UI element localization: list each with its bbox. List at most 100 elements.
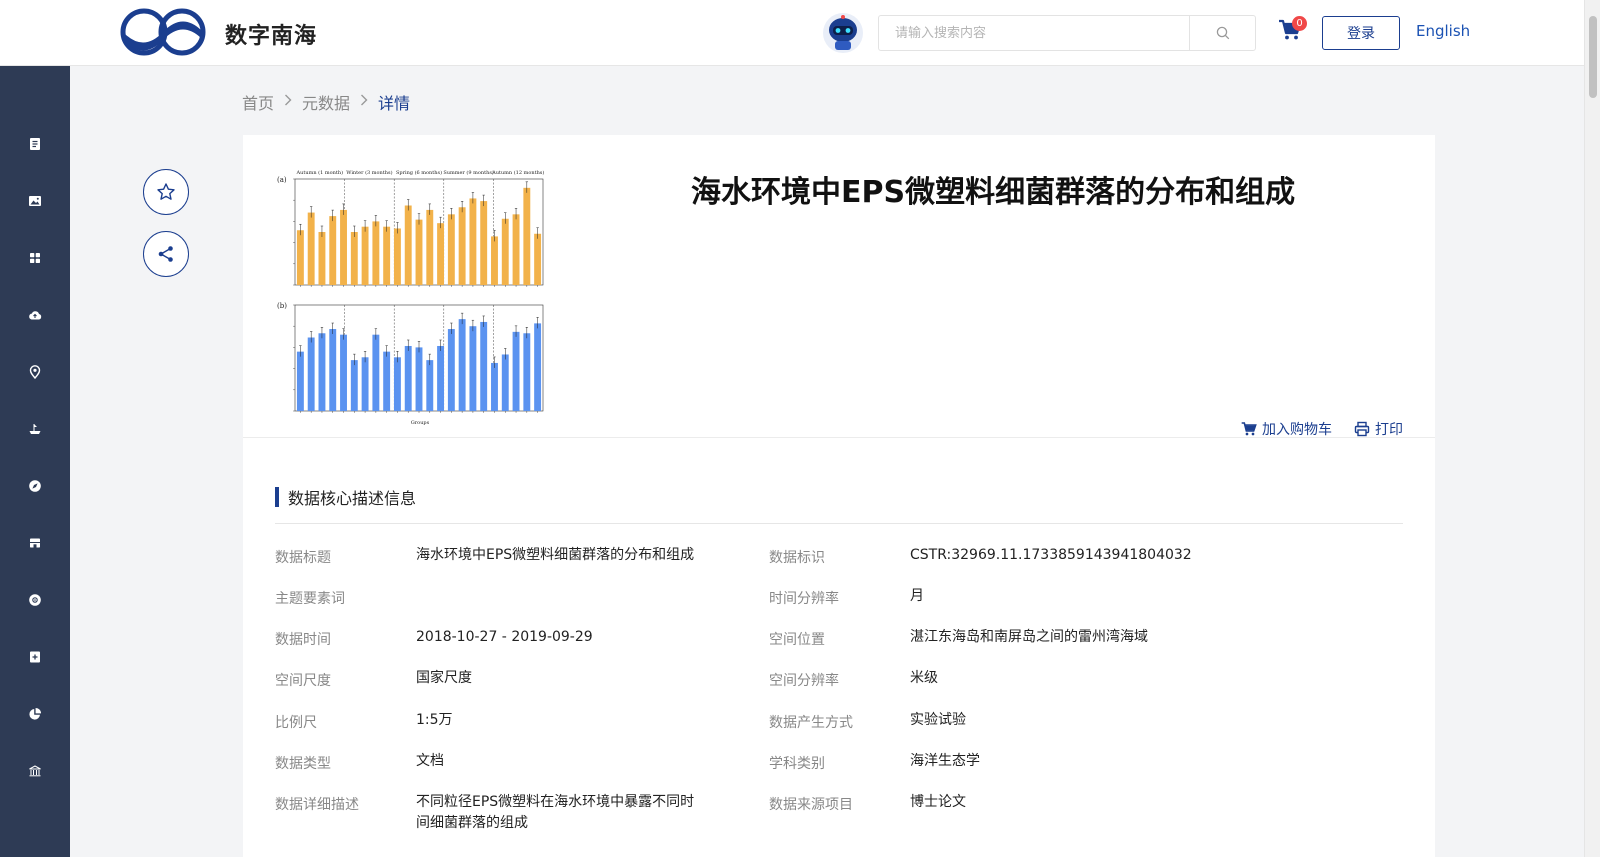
sidebar-item-image[interactable] — [0, 181, 70, 221]
info-label: 数据时间 — [275, 632, 331, 648]
share-button[interactable] — [143, 231, 189, 277]
robot-assistant-icon[interactable] — [822, 12, 864, 54]
info-label: 数据产生方式 — [769, 715, 853, 731]
print-label: 打印 — [1375, 422, 1403, 438]
sidebar-item-ship[interactable] — [0, 409, 70, 449]
thumbnail-bar — [296, 351, 304, 411]
dataset-title: 海水环境中EPS微塑料细菌群落的分布和组成 — [691, 175, 1296, 210]
info-value: 米级 — [910, 670, 938, 686]
thumbnail-bar — [350, 232, 358, 285]
favorite-button[interactable] — [143, 169, 189, 215]
thumbnail-bar — [307, 337, 315, 411]
grid-icon — [30, 253, 40, 263]
sidebar-item-building[interactable] — [0, 751, 70, 791]
thumbnail-bar — [393, 228, 401, 285]
dataset-thumbnail[interactable]: Autumn (1 month) Winter (3 months) Spring … — [275, 165, 547, 427]
info-value: 博士论文 — [910, 794, 966, 810]
breadcrumb-home[interactable]: 首页 — [242, 90, 274, 114]
thumbnail-season-label: Winter (3 months) — [346, 169, 392, 176]
sidebar-item-document[interactable] — [0, 124, 70, 164]
thumbnail-bar — [469, 326, 477, 411]
thumbnail-bar — [296, 230, 304, 285]
thumbnail-bar — [480, 201, 488, 285]
info-value: 文档 — [416, 753, 444, 769]
thumbnail-bar — [523, 187, 531, 285]
share-icon — [158, 246, 173, 262]
globe-icon — [29, 594, 41, 606]
page-scrollbar[interactable] — [1584, 0, 1600, 857]
document-icon — [30, 138, 40, 150]
thumbnail-bar — [318, 232, 326, 285]
thumbnail-bar — [523, 333, 531, 411]
thumbnail-bar — [329, 216, 337, 285]
thumbnail-bar — [437, 223, 445, 285]
add-box-icon — [30, 651, 40, 663]
thumbnail-bar — [426, 360, 434, 411]
dataset-actions: 加入购物车 打印 — [1241, 419, 1403, 439]
info-label: 数据来源项目 — [769, 797, 853, 813]
thumbnail-bar — [372, 221, 380, 285]
scrollbar-thumb[interactable] — [1589, 16, 1597, 98]
section-heading: 数据核心描述信息 — [275, 487, 417, 508]
section-title-text: 数据核心描述信息 — [288, 489, 417, 508]
compass-icon — [29, 480, 41, 492]
info-value: 湛江东海岛和南屏岛之间的雷州湾海域 — [910, 629, 1148, 645]
logo-icon[interactable] — [120, 8, 206, 56]
site-name[interactable]: 数字南海 — [225, 18, 317, 50]
breadcrumb-current: 详情 — [378, 94, 411, 113]
thumbnail-bar — [415, 347, 423, 411]
thumbnail-bar — [534, 233, 542, 285]
info-label: 空间位置 — [769, 632, 825, 648]
thumbnail-bar — [340, 209, 347, 285]
sidebar-item-cloud-upload[interactable] — [0, 295, 70, 335]
thumbnail-bar — [458, 207, 466, 285]
thumbnail-season-label: Autumn (1 month) — [296, 169, 344, 176]
thumbnail-bar — [383, 226, 391, 285]
thumbnail-bar — [307, 212, 315, 285]
info-value: 海水环境中EPS微塑料细菌群落的分布和组成 — [416, 547, 695, 563]
thumbnail-bar — [512, 214, 520, 285]
thumbnail-bar — [361, 357, 369, 411]
thumbnail-bar — [372, 334, 380, 411]
thumbnail-bar — [447, 214, 455, 285]
add-to-cart-button[interactable]: 加入购物车 — [1241, 419, 1332, 439]
section-accent-bar — [275, 487, 279, 507]
breadcrumb-metadata[interactable]: 元数据 — [302, 90, 350, 114]
info-value: 不同粒径EPS微塑料在海水环境中暴露不同时间细菌群落的组成 — [416, 794, 695, 831]
sidebar-item-add[interactable] — [0, 637, 70, 677]
sidebar-item-globe[interactable] — [0, 580, 70, 620]
sidebar-item-pie-chart[interactable] — [0, 694, 70, 734]
thumbnail-bar — [501, 354, 509, 411]
location-pin-icon — [29, 365, 41, 379]
info-label: 数据标题 — [275, 550, 331, 566]
info-label: 数据详细描述 — [275, 797, 359, 813]
thumbnail-bar — [393, 357, 401, 411]
thumbnail-bar — [469, 198, 477, 285]
sidebar-item-location[interactable] — [0, 352, 70, 392]
thumbnail-bar — [350, 360, 358, 411]
language-switch[interactable]: English — [1416, 22, 1470, 40]
info-label: 时间分辨率 — [769, 591, 839, 607]
sidebar-item-grid[interactable] — [0, 238, 70, 278]
cloud-upload-icon — [29, 311, 42, 320]
section-divider — [275, 523, 1403, 524]
info-label: 空间尺度 — [275, 673, 331, 689]
thumbnail-bar — [318, 333, 326, 411]
sidebar-item-store[interactable] — [0, 523, 70, 563]
info-value: 实验试验 — [910, 712, 966, 728]
search-button[interactable] — [1189, 16, 1255, 50]
search-input[interactable] — [879, 16, 1189, 50]
divider — [243, 437, 1435, 438]
sidebar — [0, 66, 70, 857]
thumbnail-bar — [437, 345, 445, 411]
login-button[interactable]: 登录 — [1322, 16, 1400, 50]
cart-button[interactable]: 0 — [1278, 16, 1307, 44]
ship-icon — [29, 424, 41, 434]
print-button[interactable]: 打印 — [1354, 419, 1403, 439]
sidebar-item-compass[interactable] — [0, 466, 70, 506]
info-label: 空间分辨率 — [769, 673, 839, 689]
thumbnail-season-label: Spring (6 months) — [396, 169, 442, 176]
thumbnail-season-label: Summer (9 months) — [443, 169, 494, 176]
cart-count-badge: 0 — [1292, 16, 1307, 31]
thumbnail-bar — [361, 226, 369, 285]
